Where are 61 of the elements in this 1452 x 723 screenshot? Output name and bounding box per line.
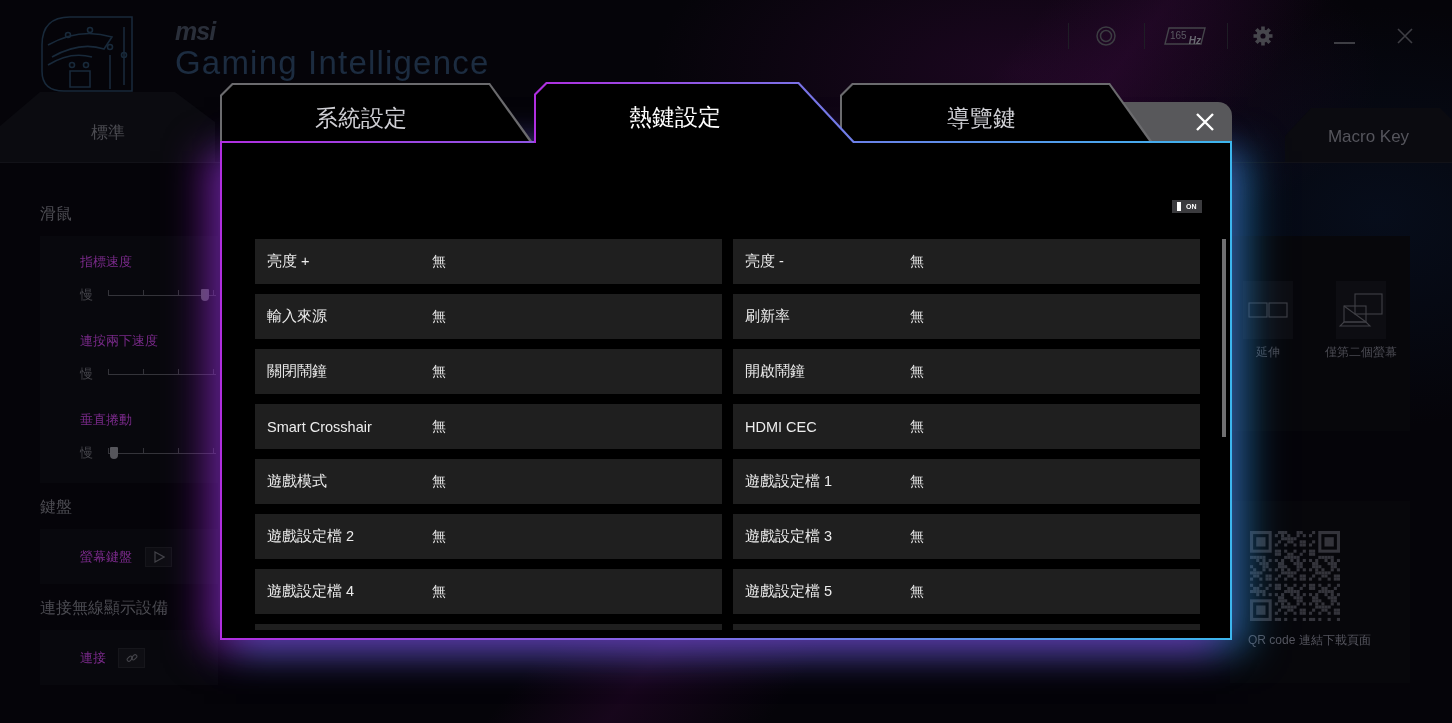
- slider-label: 連按兩下速度: [80, 334, 159, 348]
- hotkey-name: 遊戲設定檔 2: [267, 527, 356, 546]
- scrollbar[interactable]: [1222, 239, 1226, 437]
- slider-thumb[interactable]: [110, 447, 119, 459]
- section-heading: 連接無線顯示設備: [40, 599, 169, 617]
- hotkey-value[interactable]: 無: [910, 252, 924, 271]
- hotkey-name: HDMI CEC: [745, 418, 818, 435]
- display-mode-label: 延伸: [1255, 345, 1280, 359]
- slider-label: 指標速度: [80, 255, 133, 269]
- minimize-icon[interactable]: [1334, 42, 1355, 44]
- dialog-tab[interactable]: 系統設定: [220, 83, 532, 141]
- hotkey-value[interactable]: 無: [910, 362, 924, 381]
- section-heading: 鍵盤: [40, 498, 73, 516]
- hotkey-value[interactable]: 無: [910, 582, 924, 601]
- slider-min-label: 慢: [80, 444, 93, 462]
- hotkey-name: 遊戲模式: [267, 472, 328, 491]
- hotkey-value[interactable]: 無: [910, 472, 924, 491]
- play-icon: [152, 550, 165, 563]
- display-mode-tile[interactable]: [1242, 281, 1293, 339]
- hotkey-value[interactable]: 無: [432, 362, 446, 381]
- setting-label: 連接: [80, 648, 106, 667]
- hotkey-name: 遊戲設定檔 5: [745, 582, 834, 601]
- dialog-tab[interactable]: 熱鍵設定: [534, 82, 856, 143]
- hotkey-name: 遊戲設定檔 1: [745, 472, 834, 491]
- monitor-laptop-icon: [1338, 293, 1383, 327]
- hotkey-value[interactable]: 無: [910, 307, 924, 326]
- hotkey-value[interactable]: 無: [910, 417, 924, 436]
- settings-icon[interactable]: [1253, 26, 1273, 46]
- hotkey-name: 輸入來源: [267, 307, 328, 326]
- hotkey-name: 亮度 +: [267, 252, 311, 271]
- play-button[interactable]: [145, 546, 172, 567]
- hotkey-name: 遊戲設定檔 4: [267, 582, 356, 601]
- slider-thumb[interactable]: [201, 289, 210, 301]
- hotkey-value[interactable]: 無: [432, 417, 446, 436]
- slider-min-label: 慢: [80, 365, 93, 383]
- display-mode-tile[interactable]: [1335, 281, 1386, 339]
- link-button[interactable]: [118, 647, 145, 668]
- dual-screen-icon: [1247, 302, 1288, 318]
- setting-label: 螢幕鍵盤: [80, 547, 132, 566]
- qr-caption: QR code 連結下載頁面: [1248, 633, 1372, 647]
- hotkey-name: 開啟鬧鐘: [745, 362, 806, 381]
- hotkey-value[interactable]: 無: [432, 307, 446, 326]
- slider-label: 垂直捲動: [80, 413, 133, 427]
- hotkey-value[interactable]: 無: [432, 527, 446, 546]
- hotkey-value[interactable]: 無: [432, 252, 446, 271]
- close-icon: [1195, 111, 1215, 132]
- hotkey-name: Smart Crosshair: [267, 418, 373, 435]
- refresh-rate-button[interactable]: 165 Hz: [1164, 27, 1208, 45]
- hotkey-name: 遊戲設定檔 3: [745, 527, 834, 546]
- close-icon[interactable]: [1397, 28, 1413, 44]
- hotkey-name: 亮度 -: [745, 252, 785, 271]
- hotkey-value[interactable]: 無: [432, 582, 446, 601]
- hotkey-name: 關閉鬧鐘: [267, 362, 328, 381]
- hotkey-name: 刷新率: [745, 307, 791, 326]
- dialog-tab[interactable]: 導覽鍵: [840, 83, 1152, 141]
- ring-icon[interactable]: [1096, 26, 1116, 46]
- link-icon: [125, 651, 138, 664]
- hotkey-value[interactable]: 無: [432, 472, 446, 491]
- hotkey-value[interactable]: 無: [910, 527, 924, 546]
- section-heading: 滑鼠: [40, 205, 73, 223]
- slider-min-label: 慢: [80, 286, 93, 304]
